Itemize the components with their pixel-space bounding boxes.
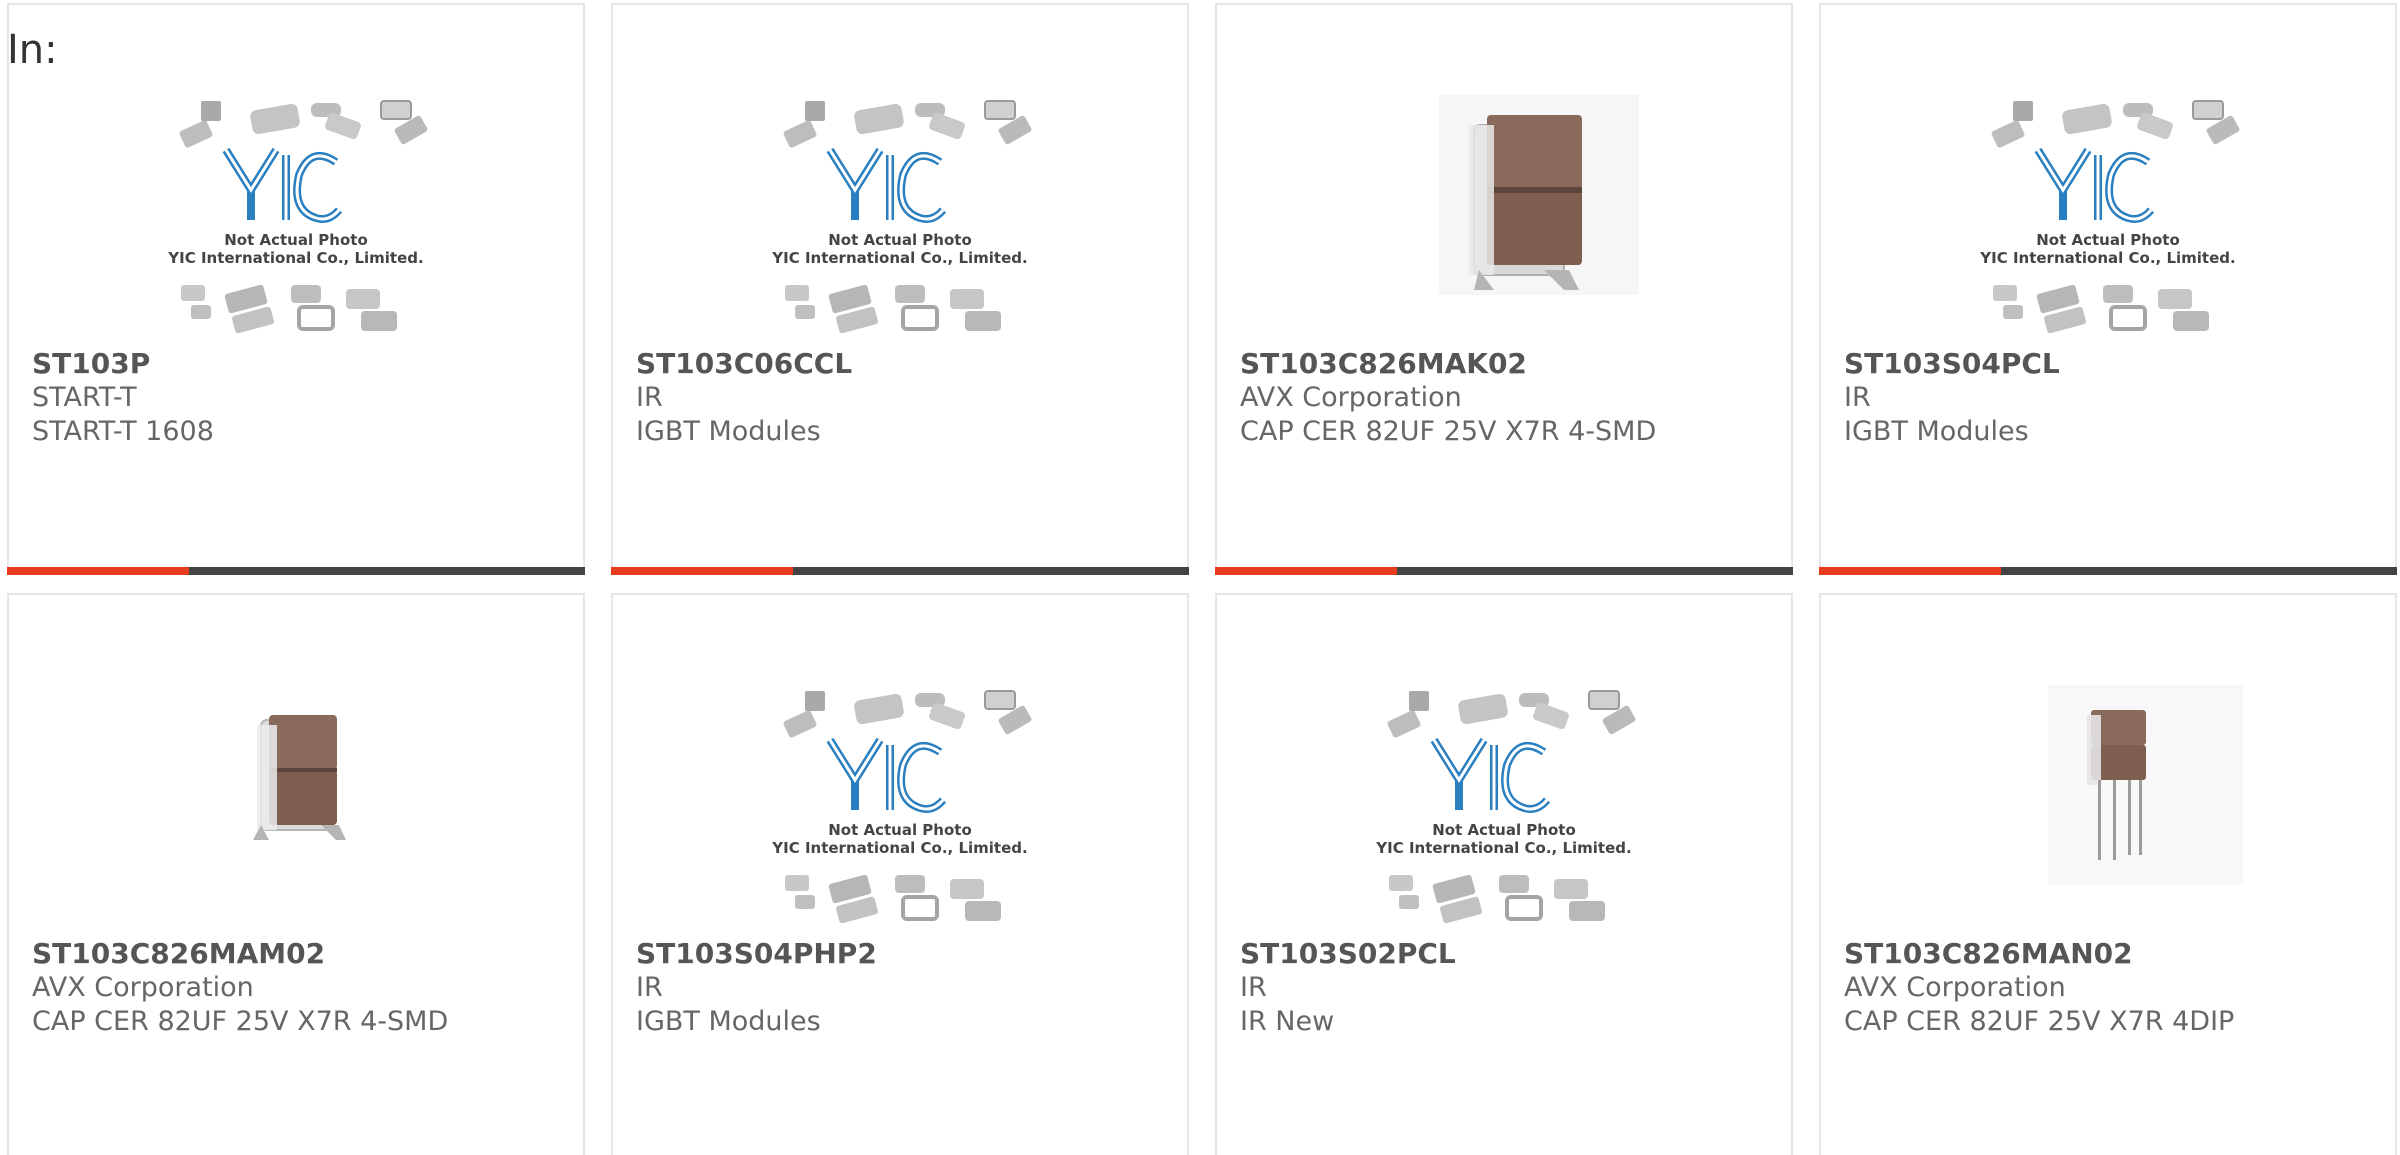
product-card[interactable]: Not Actual Photo YIC International Co., … [611,3,1189,575]
manufacturer: AVX Corporation [1240,382,1462,413]
card-accent [1819,567,2001,575]
manufacturer: IR [636,382,663,413]
product-info: ST103C06CCL IR IGBT Modules [636,347,852,449]
card-bottom-bar [7,567,585,575]
placeholder-caption-1: Not Actual Photo [1432,821,1576,839]
page-heading: In: [7,27,58,73]
product-card[interactable]: Not Actual Photo YIC International Co., … [1819,3,2397,575]
part-number[interactable]: ST103S02PCL [1240,937,1456,971]
product-card[interactable]: Not Actual Photo YIC International Co., … [7,3,585,575]
card-bottom-bar [1215,567,1793,575]
description: CAP CER 82UF 25V X7R 4-SMD [1240,416,1657,447]
card-accent [611,567,793,575]
product-card[interactable]: Not Actual Photo YIC International Co., … [1215,593,1793,1155]
product-grid-page: In: Not Actual Photo YIC International C… [0,0,2400,1155]
description: CAP CER 82UF 25V X7R 4DIP [1844,1006,2235,1037]
placeholder-product-image: Not Actual Photo YIC International Co., … [1979,100,2242,336]
product-info: ST103C826MAM02 AVX Corporation CAP CER 8… [32,937,448,1039]
product-info: ST103P START-T START-T 1608 [32,347,214,449]
placeholder-product-image: Not Actual Photo YIC International Co., … [1375,690,1638,926]
card-accent [7,567,189,575]
part-number[interactable]: ST103C826MAM02 [32,937,448,971]
manufacturer: AVX Corporation [32,972,254,1003]
description: START-T 1608 [32,416,214,447]
capacitor-smd-photo [1439,95,1639,295]
product-card[interactable]: ST103C826MAM02 AVX Corporation CAP CER 8… [7,593,585,1155]
manufacturer: IR [1240,972,1267,1003]
placeholder-caption-1: Not Actual Photo [2036,231,2180,249]
card-bottom-bar [1819,567,2397,575]
placeholder-product-image: Not Actual Photo YIC International Co., … [167,100,430,336]
description: IGBT Modules [1844,416,2029,447]
description: IR New [1240,1006,1335,1037]
part-number[interactable]: ST103C826MAK02 [1240,347,1656,381]
placeholder-caption-2: YIC International Co., Limited. [771,839,1027,857]
manufacturer: IR [636,972,663,1003]
product-info: ST103C826MAN02 AVX Corporation CAP CER 8… [1844,937,2234,1039]
description: IGBT Modules [636,1006,821,1037]
placeholder-caption-1: Not Actual Photo [828,821,972,839]
manufacturer: AVX Corporation [1844,972,2066,1003]
description: CAP CER 82UF 25V X7R 4-SMD [32,1006,449,1037]
card-accent [1215,567,1397,575]
placeholder-product-image: Not Actual Photo YIC International Co., … [771,690,1034,926]
part-number[interactable]: ST103C826MAN02 [1844,937,2234,971]
card-bottom-bar [611,567,1189,575]
manufacturer: IR [1844,382,1871,413]
product-card[interactable]: ST103C826MAN02 AVX Corporation CAP CER 8… [1819,593,2397,1155]
product-card[interactable]: Not Actual Photo YIC International Co., … [611,593,1189,1155]
part-number[interactable]: ST103S04PCL [1844,347,2060,381]
product-info: ST103S04PHP2 IR IGBT Modules [636,937,877,1039]
placeholder-caption-2: YIC International Co., Limited. [167,249,423,267]
placeholder-caption-1: Not Actual Photo [828,231,972,249]
product-info: ST103S02PCL IR IR New [1240,937,1456,1039]
part-number[interactable]: ST103C06CCL [636,347,852,381]
product-info: ST103C826MAK02 AVX Corporation CAP CER 8… [1240,347,1656,449]
product-info: ST103S04PCL IR IGBT Modules [1844,347,2060,449]
part-number[interactable]: ST103S04PHP2 [636,937,877,971]
capacitor-smd-photo [253,715,346,840]
placeholder-caption-2: YIC International Co., Limited. [771,249,1027,267]
placeholder-caption-2: YIC International Co., Limited. [1375,839,1631,857]
product-card[interactable]: ST103C826MAK02 AVX Corporation CAP CER 8… [1215,3,1793,575]
capacitor-dip-photo [2048,685,2243,885]
manufacturer: START-T [32,382,137,413]
description: IGBT Modules [636,416,821,447]
part-number[interactable]: ST103P [32,347,214,381]
placeholder-caption-2: YIC International Co., Limited. [1979,249,2235,267]
placeholder-caption-1: Not Actual Photo [224,231,368,249]
placeholder-product-image: Not Actual Photo YIC International Co., … [771,100,1034,336]
